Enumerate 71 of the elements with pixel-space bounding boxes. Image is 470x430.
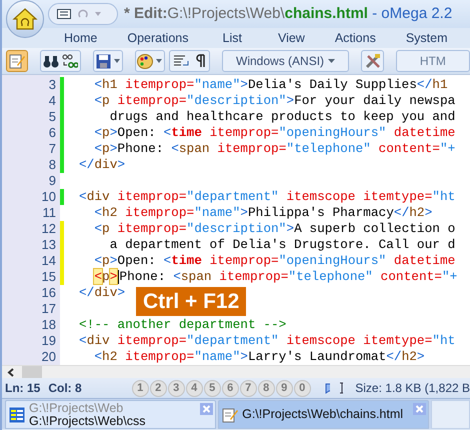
- ribbon-tab[interactable]: Actions: [332, 28, 378, 48]
- line-number: 15: [40, 269, 57, 285]
- notepad-pencil-icon: [222, 406, 238, 422]
- line-number: 4: [48, 93, 57, 109]
- line-indicator: Ln: 15: [5, 380, 40, 397]
- document-tab[interactable]: G:\!Projects\Web\chains.html: [218, 400, 430, 429]
- tab-path: G:\!Projects\Web\css: [29, 414, 146, 428]
- line-number: 20: [40, 349, 57, 365]
- replace-icon[interactable]: [62, 53, 78, 69]
- code-line: <p>Open: <time itemprop="openingHours" datetime: [93, 253, 456, 269]
- code-line: <h2 itemprop="name">Philippa's Pharmacy</h2>: [93, 205, 432, 221]
- binoculars-icon[interactable]: [43, 54, 60, 68]
- code-line: <p itemprop="description">For your daily newspa: [93, 93, 456, 109]
- document-tab[interactable]: G:\!Projects\Web G:\!Projects\Web\css: [5, 400, 216, 429]
- line-number: 6: [48, 125, 57, 141]
- code-line: <!-- another department -->: [79, 317, 286, 333]
- code-line: <div itemprop="department" itemscope itemtype="ht: [79, 189, 456, 205]
- ribbon-tab[interactable]: System: [404, 28, 450, 48]
- palette-icon[interactable]: [137, 54, 154, 68]
- column-indicator: Col: 8: [48, 380, 82, 397]
- code-line: </div>: [79, 285, 126, 301]
- caret-icon[interactable]: [156, 59, 162, 63]
- tab-folder: G:\!Projects\Web: [29, 402, 124, 414]
- code-line: <p>Phone: <span itemprop="telephone" content="+: [93, 141, 456, 157]
- code-line: drugs and healthcare products to keep you and: [108, 109, 456, 125]
- code-line: <h1 itemprop="name">Delia's Daily Supplies</h1: [93, 77, 448, 93]
- code-line: <p>Phone: <span itemprop="telephone" content="+: [93, 269, 458, 285]
- window-list-icon: [9, 406, 25, 422]
- line-number: 5: [48, 109, 57, 125]
- house-icon: [12, 7, 38, 31]
- notepad-pencil-icon: [9, 53, 26, 69]
- ribbon-tab[interactable]: List: [220, 28, 244, 48]
- line-number: 16: [40, 285, 57, 301]
- line-number: 8: [48, 157, 57, 173]
- code-line: <p>Open: <time itemprop="openingHours" datetime: [93, 125, 456, 141]
- code-line: <p itemprop="description">A superb collection o: [93, 221, 456, 237]
- line-number: 7: [48, 141, 57, 157]
- word-wrap-icon[interactable]: [172, 54, 189, 68]
- encoding-dropdown[interactable]: Windows (ANSI): [222, 50, 350, 72]
- line-number: 9: [48, 173, 57, 189]
- line-number: 19: [40, 333, 57, 349]
- line-number: 12: [40, 221, 57, 237]
- line-number: 3: [48, 77, 57, 93]
- pilcrow-icon[interactable]: [195, 54, 206, 68]
- code-line: <div itemprop="department" itemscope itemtype="ht: [79, 333, 456, 349]
- line-number: 18: [40, 317, 57, 333]
- save-icon[interactable]: [96, 54, 111, 68]
- scrollbar-thumb[interactable]: [22, 366, 42, 379]
- line-number: 11: [42, 205, 57, 221]
- code-line: <h2 itemprop="name">Larry's Laundromat</h2>: [93, 349, 425, 365]
- edit-mode-button[interactable]: [6, 50, 28, 72]
- code-line: </div>: [79, 157, 126, 173]
- layout-icon[interactable]: [57, 9, 71, 19]
- ribbon-tab[interactable]: Operations: [125, 28, 190, 48]
- caret-icon: [328, 59, 336, 63]
- line-number: 17: [40, 301, 57, 317]
- line-number: 13: [40, 237, 57, 253]
- shortcut-badge: Ctrl + F12: [136, 287, 246, 316]
- line-number: 10: [40, 189, 57, 205]
- file-size: Size: 1.8 KB (1,822 B: [355, 380, 470, 397]
- format-button[interactable]: HTM: [396, 50, 470, 72]
- flag-icon[interactable]: [324, 382, 330, 394]
- caret-icon[interactable]: [114, 59, 120, 63]
- window-title: * Edit:G:\!Projects\Web\chains.html - oMega 2.2: [124, 4, 452, 24]
- ribbon-tab[interactable]: View: [276, 28, 307, 48]
- tools-icon[interactable]: [364, 53, 381, 69]
- ribbon-tab[interactable]: Home: [62, 28, 100, 48]
- app-menu-button[interactable]: [6, 0, 44, 38]
- tab-path: G:\!Projects\Web\chains.html: [242, 408, 404, 421]
- code-line: a department of Delia's Drugstore. Call our d: [108, 237, 456, 253]
- line-number: 14: [40, 253, 57, 269]
